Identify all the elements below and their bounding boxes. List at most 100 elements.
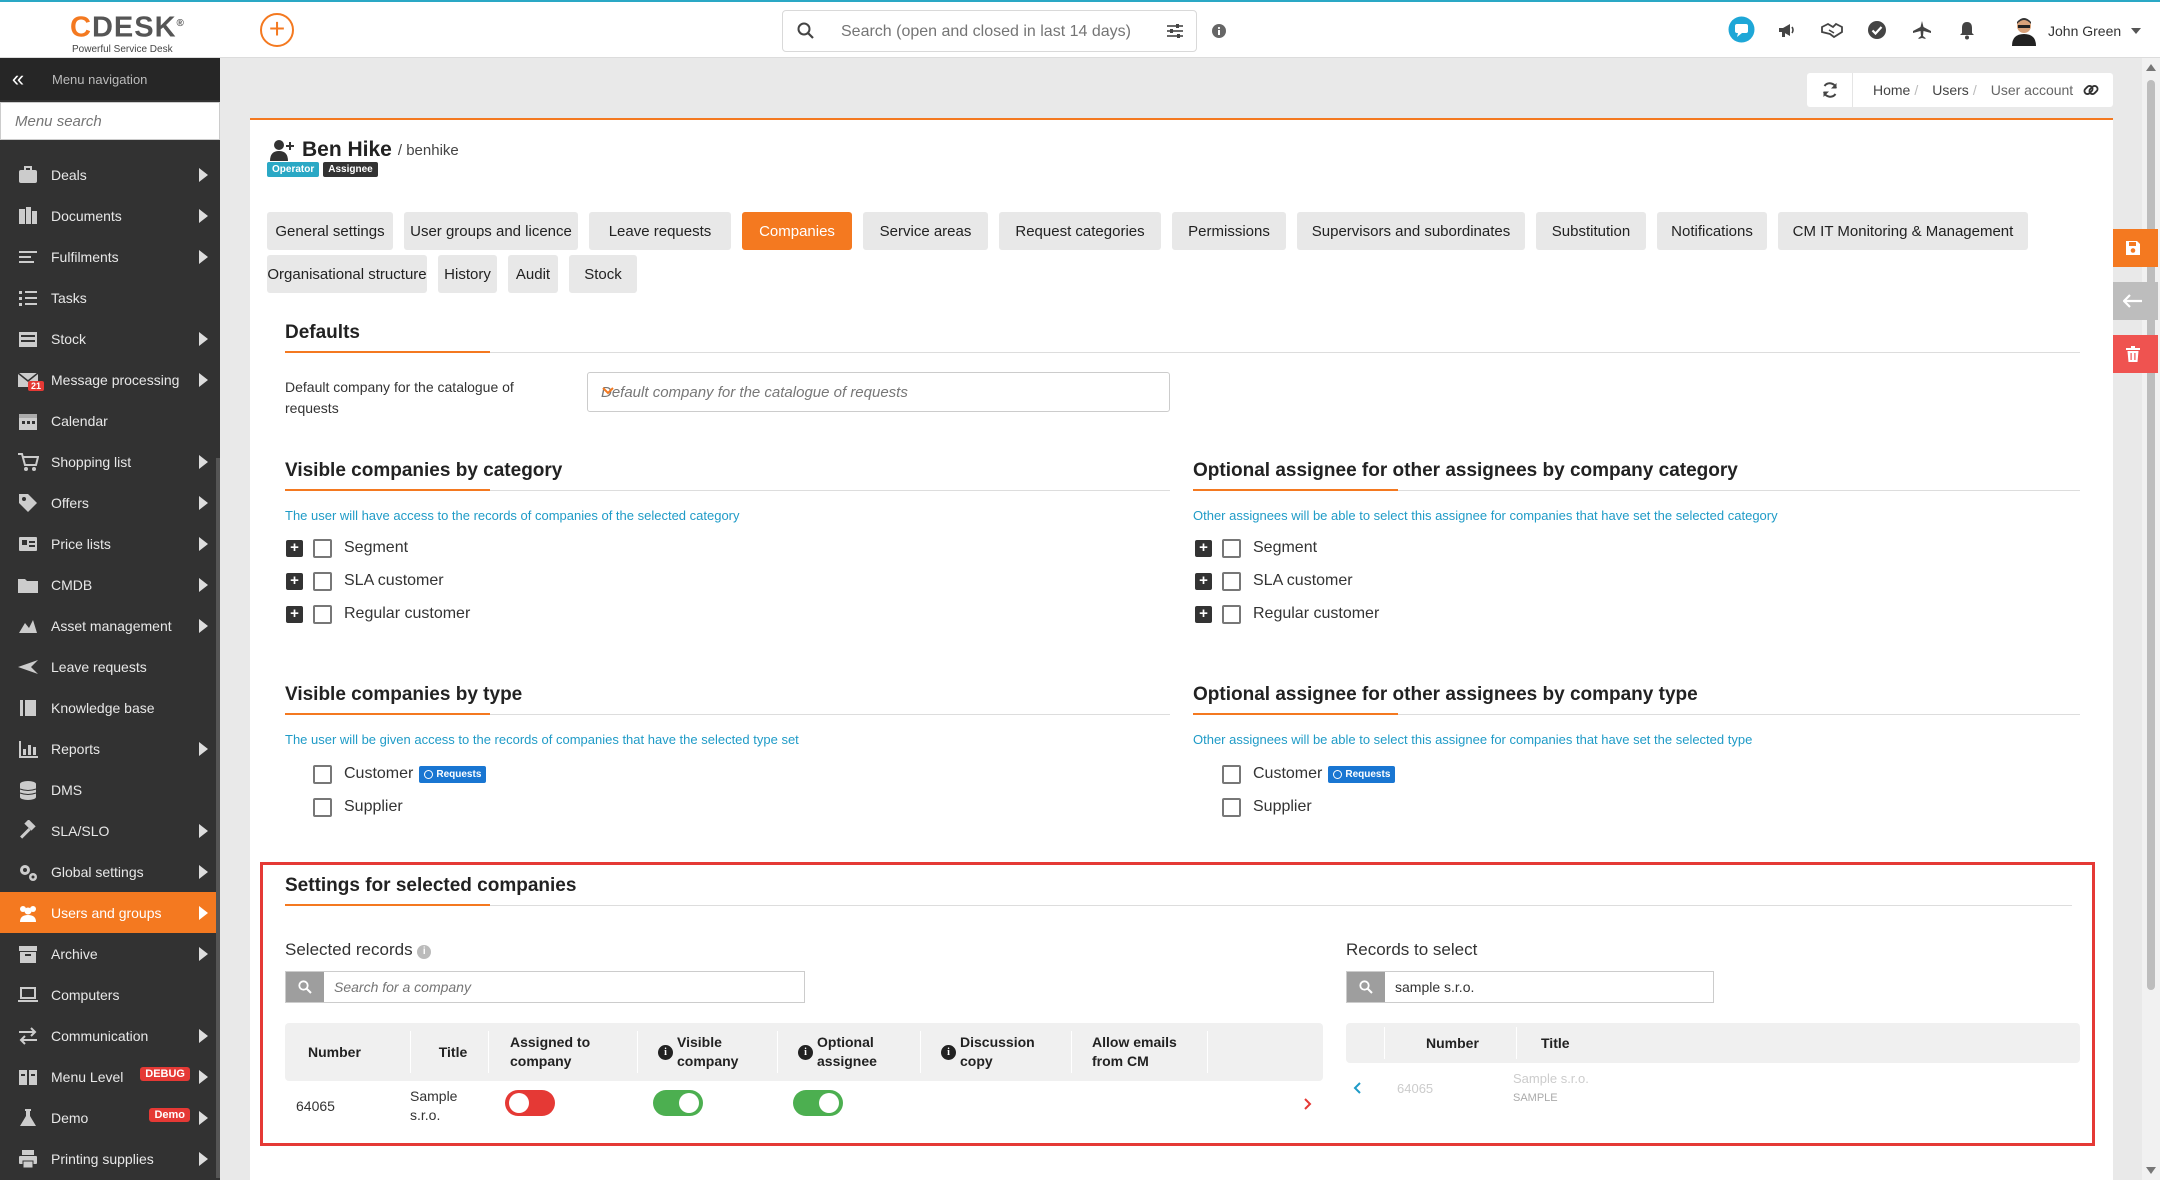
sidebar-scrollbar[interactable]	[216, 458, 220, 1178]
optional-toggle[interactable]	[793, 1090, 843, 1116]
col-emails[interactable]: Allow emails from CM	[1092, 1023, 1177, 1081]
sidebar-item-calendar[interactable]: Calendar	[0, 400, 220, 441]
sidebar-item-communication[interactable]: Communication	[0, 1015, 220, 1056]
caret-right-icon[interactable]	[199, 209, 208, 223]
caret-right-icon[interactable]	[199, 332, 208, 346]
records-col-title[interactable]: Title	[1541, 1023, 1570, 1063]
expand-plus-icon[interactable]: +	[286, 605, 303, 623]
caret-right-icon[interactable]	[199, 824, 208, 838]
refresh-icon[interactable]	[1807, 73, 1853, 107]
save-button[interactable]	[2108, 229, 2158, 267]
sidebar-item-sla-slo[interactable]: SLA/SLO	[0, 810, 220, 851]
col-number[interactable]: Number	[308, 1023, 361, 1081]
tab-organisational-structure[interactable]: Organisational structure	[267, 255, 427, 293]
sidebar-item-fulfilments[interactable]: Fulfilments	[0, 236, 220, 277]
caret-right-icon[interactable]	[199, 250, 208, 264]
breadcrumb-users[interactable]: Users	[1932, 82, 1969, 98]
chevron-right-icon[interactable]	[1303, 1097, 1312, 1111]
sidebar-item-stock[interactable]: Stock	[0, 318, 220, 359]
sidebar-item-price-lists[interactable]: Price lists	[0, 523, 220, 564]
tab-notifications[interactable]: Notifications	[1657, 212, 1767, 250]
caret-right-icon[interactable]	[199, 906, 208, 920]
scrollbar-thumb[interactable]	[2147, 80, 2155, 990]
tab-cm-it-monitoring-management[interactable]: CM IT Monitoring & Management	[1778, 212, 2028, 250]
back-button[interactable]	[2108, 282, 2158, 320]
sidebar-item-computers[interactable]: Computers	[0, 974, 220, 1015]
checkbox[interactable]	[1222, 571, 1241, 591]
caret-right-icon[interactable]	[199, 578, 208, 592]
search-icon[interactable]	[286, 972, 324, 1002]
caret-right-icon[interactable]	[199, 168, 208, 182]
scroll-down-icon[interactable]	[2146, 1167, 2156, 1174]
tab-substitution[interactable]: Substitution	[1536, 212, 1646, 250]
logo[interactable]: CDESK® Powerful Service Desk	[70, 10, 190, 55]
sidebar-item-cmdb[interactable]: CMDB	[0, 564, 220, 605]
expand-plus-icon[interactable]: +	[286, 572, 303, 590]
bell-icon[interactable]	[1953, 16, 1980, 43]
caret-right-icon[interactable]	[199, 1152, 208, 1166]
expand-plus-icon[interactable]: +	[1195, 539, 1212, 557]
tab-request-categories[interactable]: Request categories	[999, 212, 1161, 250]
sidebar-item-shopping-list[interactable]: Shopping list	[0, 441, 220, 482]
global-search-input[interactable]	[841, 21, 1141, 43]
col-assigned[interactable]: Assigned to company	[510, 1023, 590, 1081]
col-discussion[interactable]: i Discussion copy	[941, 1023, 1035, 1081]
col-visible[interactable]: i Visible company	[658, 1023, 738, 1081]
tab-supervisors-and-subordinates[interactable]: Supervisors and subordinates	[1297, 212, 1525, 250]
plane-icon[interactable]	[1908, 16, 1935, 43]
checkbox[interactable]	[313, 571, 332, 591]
tab-stock[interactable]: Stock	[569, 255, 637, 293]
menu-search-input[interactable]	[1, 103, 219, 139]
info-icon[interactable]	[1212, 24, 1226, 38]
sidebar-item-knowledge-base[interactable]: Knowledge base	[0, 687, 220, 728]
col-title[interactable]: Title	[423, 1023, 483, 1081]
tab-leave-requests[interactable]: Leave requests	[589, 212, 731, 250]
filter-sliders-icon[interactable]	[1166, 23, 1184, 39]
selected-company-search-input[interactable]	[324, 972, 804, 1002]
tab-history[interactable]: History	[438, 255, 497, 293]
checkbox[interactable]	[1222, 604, 1241, 624]
sidebar-item-offers[interactable]: Offers	[0, 482, 220, 523]
checkbox[interactable]	[313, 538, 332, 558]
handshake-icon[interactable]	[1818, 16, 1845, 43]
checkbox[interactable]	[1222, 764, 1241, 784]
sidebar-item-dms[interactable]: DMS	[0, 769, 220, 810]
search-icon[interactable]	[1347, 972, 1385, 1002]
caret-right-icon[interactable]	[199, 496, 208, 510]
checkbox[interactable]	[313, 797, 332, 817]
check-circle-icon[interactable]	[1863, 16, 1890, 43]
chat-icon[interactable]	[1728, 16, 1755, 43]
collapse-menu-icon[interactable]: «	[0, 58, 36, 100]
sidebar-item-message-processing[interactable]: Message processing 21	[0, 359, 220, 400]
expand-plus-icon[interactable]: +	[1195, 605, 1212, 623]
sidebar-item-leave-requests[interactable]: Leave requests	[0, 646, 220, 687]
checkbox[interactable]	[1222, 797, 1241, 817]
page-scrollbar[interactable]	[2142, 58, 2160, 1180]
chevron-left-icon[interactable]	[1353, 1081, 1362, 1095]
tab-general-settings[interactable]: General settings	[267, 212, 393, 250]
assigned-toggle[interactable]	[505, 1090, 555, 1116]
sidebar-item-deals[interactable]: Deals	[0, 154, 220, 195]
col-optional[interactable]: i Optional assignee	[798, 1023, 877, 1081]
breadcrumb-home[interactable]: Home	[1873, 82, 1910, 98]
records-search-input[interactable]	[1385, 972, 1713, 1002]
checkbox[interactable]	[313, 764, 332, 784]
tab-permissions[interactable]: Permissions	[1172, 212, 1286, 250]
visible-toggle[interactable]	[653, 1090, 703, 1116]
sidebar-item-archive[interactable]: Archive	[0, 933, 220, 974]
user-menu[interactable]: John Green	[2010, 16, 2142, 46]
selected-company-search[interactable]	[285, 971, 805, 1003]
delete-button[interactable]	[2108, 335, 2158, 373]
global-search[interactable]	[782, 10, 1197, 52]
sidebar-item-tasks[interactable]: Tasks	[0, 277, 220, 318]
caret-right-icon[interactable]	[199, 1111, 208, 1125]
caret-right-icon[interactable]	[199, 455, 208, 469]
sidebar-item-menu-level[interactable]: Menu Level DEBUG	[0, 1056, 220, 1097]
menu-search[interactable]	[0, 102, 220, 140]
sidebar-item-global-settings[interactable]: Global settings	[0, 851, 220, 892]
sidebar-item-documents[interactable]: Documents	[0, 195, 220, 236]
sidebar-item-users-and-groups[interactable]: Users and groups	[0, 892, 220, 933]
tab-user-groups-and-licence[interactable]: User groups and licence	[404, 212, 578, 250]
checkbox[interactable]	[1222, 538, 1241, 558]
scroll-up-icon[interactable]	[2146, 64, 2156, 71]
